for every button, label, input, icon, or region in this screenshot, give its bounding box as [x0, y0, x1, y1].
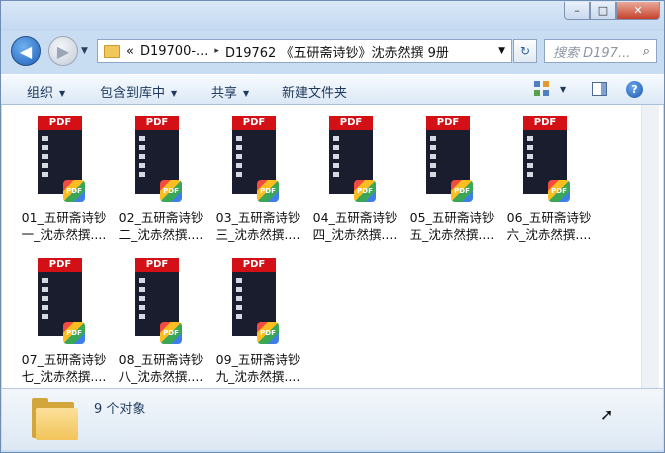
back-button[interactable]: ◀ [11, 36, 41, 66]
file-name: 01_五研斋诗钞 一_沈赤然撰.... [21, 210, 107, 242]
address-bar[interactable]: « D19700-... ▸ D19762 《五研斋诗钞》沈赤然撰 9册 ▼ [97, 39, 512, 63]
file-name: 06_五研斋诗钞 六_沈赤然撰.... [506, 210, 592, 242]
address-chevron[interactable]: « [126, 44, 134, 59]
pdf-badge-icon: PDF [451, 180, 473, 202]
pdf-document-icon: PDF PDF [232, 116, 279, 202]
pdf-document-icon: PDF PDF [523, 116, 570, 202]
forward-arrow-icon: ▶ [56, 41, 70, 61]
pdf-label: PDF [232, 116, 276, 130]
file-name: 09_五研斋诗钞 九_沈赤然撰.... [215, 352, 301, 384]
share-button[interactable]: 共享 ▼ [211, 82, 249, 101]
close-button[interactable]: ✕ [616, 2, 660, 20]
search-input[interactable]: 搜索 D197... ⌕ [544, 39, 657, 63]
file-item[interactable]: PDF PDF 06_五研斋诗钞 六_沈赤然撰.... [502, 111, 596, 242]
pdf-badge-icon: PDF [63, 180, 85, 202]
pdf-label: PDF [135, 258, 179, 272]
pdf-label: PDF [426, 116, 470, 130]
chevron-down-icon: ▼ [243, 89, 250, 98]
details-pane: 9 个对象 ➚ [2, 388, 663, 450]
pdf-document-icon: PDF PDF [329, 116, 376, 202]
file-item[interactable]: PDF PDF 08_五研斋诗钞 八_沈赤然撰.... [114, 253, 208, 384]
pdf-badge-icon: PDF [63, 322, 85, 344]
pdf-badge-icon: PDF [257, 180, 279, 202]
pdf-document-icon: PDF PDF [38, 258, 85, 344]
pdf-label: PDF [38, 116, 82, 130]
title-bar: – □ ✕ [1, 1, 664, 31]
pdf-document-icon: PDF PDF [232, 258, 279, 344]
maximize-button[interactable]: □ [590, 2, 616, 20]
file-name: 03_五研斋诗钞 三_沈赤然撰.... [215, 210, 301, 242]
navigation-bar: ◀ ▶ ▼ « D19700-... ▸ D19762 《五研斋诗钞》沈赤然撰 … [1, 31, 664, 69]
chevron-down-icon: ▼ [59, 89, 66, 98]
pdf-label: PDF [135, 116, 179, 130]
breadcrumb-separator-icon[interactable]: ▸ [214, 46, 219, 56]
file-item[interactable]: PDF PDF 02_五研斋诗钞 二_沈赤然撰.... [114, 111, 208, 242]
file-item[interactable]: PDF PDF 03_五研斋诗钞 三_沈赤然撰.... [211, 111, 305, 242]
share-label: 共享 [211, 86, 238, 101]
file-list: PDF PDF 01_五研斋诗钞 一_沈赤然撰.... PDF PDF 02_五研斋诗… [2, 105, 663, 388]
file-item[interactable]: PDF PDF 09_五研斋诗钞 九_沈赤然撰.... [211, 253, 305, 384]
search-icon[interactable]: ⌕ [643, 44, 650, 59]
command-bar: 组织 ▼ 包含到库中 ▼ 共享 ▼ 新建文件夹 ▼ ? [1, 74, 664, 105]
change-view-icon[interactable] [534, 81, 550, 97]
preview-pane-icon[interactable] [592, 82, 607, 96]
organize-label: 组织 [27, 86, 54, 101]
file-item[interactable]: PDF PDF 05_五研斋诗钞 五_沈赤然撰.... [405, 111, 499, 242]
forward-button[interactable]: ▶ [48, 36, 78, 66]
file-item[interactable]: PDF PDF 04_五研斋诗钞 四_沈赤然撰.... [308, 111, 402, 242]
folder-icon [32, 398, 78, 440]
file-name: 05_五研斋诗钞 五_沈赤然撰.... [409, 210, 495, 242]
explorer-window: – □ ✕ ◀ ▶ ▼ « D19700-... ▸ D19762 《五研斋诗钞… [0, 0, 665, 453]
pdf-label: PDF [38, 258, 82, 272]
include-in-library-label: 包含到库中 [100, 86, 166, 101]
file-name: 04_五研斋诗钞 四_沈赤然撰.... [312, 210, 398, 242]
window-controls: – □ ✕ [564, 2, 660, 22]
file-name: 02_五研斋诗钞 二_沈赤然撰.... [118, 210, 204, 242]
recent-pages-dropdown-icon[interactable]: ▼ [81, 46, 88, 56]
back-arrow-icon: ◀ [19, 41, 33, 61]
file-name: 07_五研斋诗钞 七_沈赤然撰.... [21, 352, 107, 384]
chevron-down-icon: ▼ [171, 89, 178, 98]
new-folder-button[interactable]: 新建文件夹 [282, 82, 347, 101]
pdf-badge-icon: PDF [548, 180, 570, 202]
include-in-library-button[interactable]: 包含到库中 ▼ [100, 82, 177, 101]
address-dropdown-icon[interactable]: ▼ [498, 46, 505, 56]
pdf-badge-icon: PDF [160, 322, 182, 344]
organize-button[interactable]: 组织 ▼ [27, 82, 65, 101]
pdf-document-icon: PDF PDF [135, 116, 182, 202]
pdf-document-icon: PDF PDF [38, 116, 85, 202]
breadcrumb-current[interactable]: D19762 《五研斋诗钞》沈赤然撰 9册 [225, 42, 449, 61]
file-item[interactable]: PDF PDF 07_五研斋诗钞 七_沈赤然撰.... [17, 253, 111, 384]
folder-icon [104, 44, 120, 58]
file-name: 08_五研斋诗钞 八_沈赤然撰.... [118, 352, 204, 384]
pdf-label: PDF [329, 116, 373, 130]
mouse-cursor-icon: ➚ [600, 405, 614, 424]
pdf-badge-icon: PDF [354, 180, 376, 202]
pdf-label: PDF [523, 116, 567, 130]
pdf-badge-icon: PDF [160, 180, 182, 202]
view-options-dropdown-icon[interactable]: ▼ [560, 85, 566, 94]
search-placeholder: 搜索 D197... [553, 45, 631, 61]
help-icon[interactable]: ? [626, 81, 643, 98]
pdf-document-icon: PDF PDF [426, 116, 473, 202]
pdf-label: PDF [232, 258, 276, 272]
breadcrumb-parent[interactable]: D19700-... [140, 44, 208, 59]
file-item[interactable]: PDF PDF 01_五研斋诗钞 一_沈赤然撰.... [17, 111, 111, 242]
refresh-button[interactable]: ↻ [513, 39, 537, 63]
minimize-button[interactable]: – [564, 2, 590, 20]
vertical-scrollbar[interactable] [641, 105, 659, 388]
item-count: 9 个对象 [94, 402, 146, 417]
pdf-document-icon: PDF PDF [135, 258, 182, 344]
pdf-badge-icon: PDF [257, 322, 279, 344]
